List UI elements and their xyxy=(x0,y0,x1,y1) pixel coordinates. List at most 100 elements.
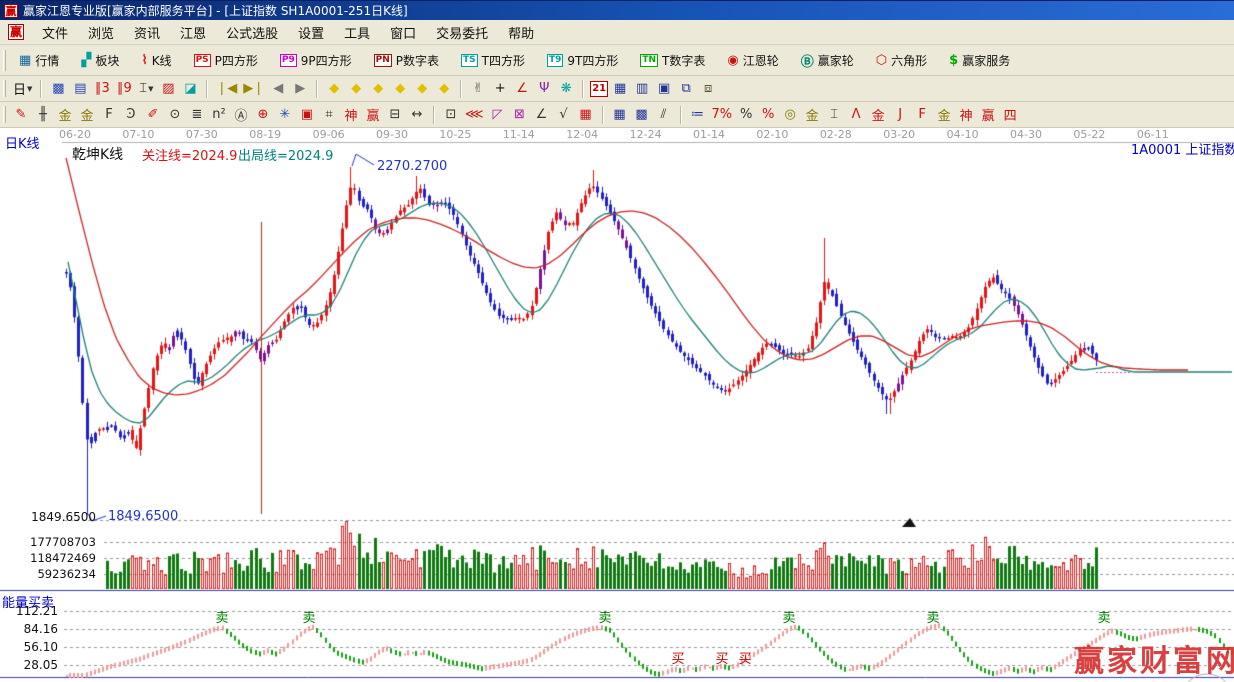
crosshair-button[interactable]: + xyxy=(490,79,510,99)
print-button[interactable]: ⧈ xyxy=(698,79,718,99)
next-button[interactable]: ▶ xyxy=(290,79,310,99)
9p-square-button[interactable]: P99P四方形 xyxy=(272,48,360,73)
angle-lines-button[interactable]: ∠ xyxy=(532,105,552,125)
box-cross-button[interactable]: ⊠ xyxy=(510,105,530,125)
diamond-shrink-x-button[interactable]: ◆ xyxy=(324,79,344,99)
winner-service-button[interactable]: $赢家服务 xyxy=(941,48,1018,73)
percent-button[interactable]: % xyxy=(736,105,756,125)
gold-angle-button[interactable]: 金 xyxy=(934,105,954,125)
gann-wheel-button-icon: ◉ xyxy=(727,53,738,68)
candle-style-button-dropdown-icon[interactable]: ▼ xyxy=(148,85,153,93)
menu-帮助[interactable]: 帮助 xyxy=(498,20,544,45)
color-volume-icon[interactable]: ◪ xyxy=(180,79,200,99)
seven-pct-button[interactable]: 7% xyxy=(710,105,735,125)
hand-tool-button[interactable]: ✌ xyxy=(468,79,488,99)
target-button[interactable]: ⊕ xyxy=(253,105,273,125)
t-square-button[interactable]: TST四方形 xyxy=(453,48,533,73)
gold-ratio-button[interactable]: 金 xyxy=(55,105,75,125)
win-angle-button[interactable]: 赢 xyxy=(978,105,998,125)
levels-button[interactable]: ≔ xyxy=(688,105,708,125)
angle-measure-button[interactable]: ∠ xyxy=(512,79,532,99)
period-day-button[interactable]: 日▼ xyxy=(11,79,34,99)
calendar-button[interactable]: 21 xyxy=(590,81,608,97)
diamond-grid-button[interactable]: ◆ xyxy=(434,79,454,99)
draw-pen-button[interactable]: ✎ xyxy=(11,105,31,125)
gann-grid-button[interactable]: ⌗ xyxy=(319,105,339,125)
shen-angle-button[interactable]: 神 xyxy=(956,105,976,125)
menu-资讯[interactable]: 资讯 xyxy=(124,20,170,45)
angle-a-button[interactable]: Ⓐ xyxy=(231,105,251,125)
time-circle-button[interactable]: ⊙ xyxy=(165,105,185,125)
toolbar-separator xyxy=(582,80,584,98)
period-day-button-dropdown-icon[interactable]: ▼ xyxy=(27,85,32,93)
menu-公式选股[interactable]: 公式选股 xyxy=(216,20,288,45)
candle-pen-button[interactable]: ⌶ xyxy=(824,105,844,125)
t-table-button[interactable]: TNT数字表 xyxy=(632,48,713,73)
prev-button[interactable]: ◀ xyxy=(268,79,288,99)
quote-button[interactable]: ▦行情 xyxy=(11,48,67,73)
grid-red-button[interactable]: ▦ xyxy=(576,105,596,125)
calculator-button[interactable]: ▦ xyxy=(610,79,630,99)
width-arrows-button[interactable]: ↔ xyxy=(407,105,427,125)
nine-bars-icon[interactable]: ∥9 xyxy=(114,79,134,99)
kline-button[interactable]: ⌇K线 xyxy=(133,48,179,73)
menu-窗口[interactable]: 窗口 xyxy=(380,20,426,45)
j-angle-button[interactable]: J xyxy=(890,105,910,125)
diag-lines-button[interactable]: ⫽ xyxy=(654,105,674,125)
shen-tool-button[interactable]: 神 xyxy=(341,105,361,125)
diamond-expand-x-button[interactable]: ◆ xyxy=(346,79,366,99)
percent-line-button[interactable]: % xyxy=(758,105,778,125)
wave-a-button[interactable]: Λ xyxy=(846,105,866,125)
diamond-expand-all-button[interactable]: ◆ xyxy=(368,79,388,99)
select-region-icon[interactable]: ▨ xyxy=(158,79,178,99)
save-button[interactable]: ▣ xyxy=(654,79,674,99)
draw-pen2-button[interactable]: ✐ xyxy=(143,105,163,125)
first-page-button[interactable]: ❘◀ xyxy=(214,79,239,99)
menu-交易委托[interactable]: 交易委托 xyxy=(426,20,498,45)
winner-wheel-button[interactable]: Ⓑ赢家轮 xyxy=(793,47,862,74)
fan-box-button[interactable]: ◸ xyxy=(488,105,508,125)
p-square-button[interactable]: PSP四方形 xyxy=(186,48,266,73)
grid-dark-button[interactable]: ▩ xyxy=(632,105,652,125)
net-grid-icon[interactable]: ▩ xyxy=(48,79,68,99)
gold-line-button[interactable]: 金 xyxy=(802,105,822,125)
grid-lines-button[interactable]: ≣ xyxy=(187,105,207,125)
wave-check-button[interactable]: √ xyxy=(554,105,574,125)
9t-square-button[interactable]: T99T四方形 xyxy=(539,48,626,73)
last-page-button[interactable]: ▶❘ xyxy=(241,79,266,99)
menu-浏览[interactable]: 浏览 xyxy=(78,20,124,45)
gold-box-button[interactable]: 金 xyxy=(868,105,888,125)
link-button[interactable]: ⧉ xyxy=(676,79,696,99)
n-square-button[interactable]: n² xyxy=(209,105,229,125)
sector-button[interactable]: ▞板块 xyxy=(73,48,127,73)
box-select-button[interactable]: ⊡ xyxy=(441,105,461,125)
menu-设置[interactable]: 设置 xyxy=(288,20,334,45)
gold-circle-button[interactable]: ◎ xyxy=(780,105,800,125)
gold-ratio2-button[interactable]: 金 xyxy=(77,105,97,125)
purple-tool-button[interactable]: Ψ xyxy=(534,79,554,99)
star-blue-button[interactable]: ✳ xyxy=(275,105,295,125)
p-table-button[interactable]: PNP数字表 xyxy=(366,48,447,73)
candle-style-button[interactable]: ⌶▼ xyxy=(136,79,156,99)
three-bars-icon[interactable]: ∥3 xyxy=(92,79,112,99)
fan-red-button[interactable]: ⋘ xyxy=(463,105,486,125)
menu-江恩[interactable]: 江恩 xyxy=(170,20,216,45)
diamond-compress-button[interactable]: ◆ xyxy=(390,79,410,99)
cycle-tool-button[interactable]: ❋ xyxy=(556,79,576,99)
win-tool-button[interactable]: 赢 xyxy=(363,105,383,125)
self-info-icon[interactable]: ▤ xyxy=(70,79,90,99)
ruler-button[interactable]: ⊟ xyxy=(385,105,405,125)
hatch-lines-button[interactable]: ╫ xyxy=(33,105,53,125)
boxed-star-button[interactable]: ▣ xyxy=(297,105,317,125)
spiral-button[interactable]: Ͽ xyxy=(121,105,141,125)
notepad-button[interactable]: ▥ xyxy=(632,79,652,99)
gann-wheel-button[interactable]: ◉江恩轮 xyxy=(719,48,786,73)
hexagon-button[interactable]: ⬡六角形 xyxy=(868,48,935,73)
f-angle-button[interactable]: F xyxy=(912,105,932,125)
four-angle-button[interactable]: 四 xyxy=(1000,105,1020,125)
fibo-f-button[interactable]: F xyxy=(99,105,119,125)
menu-文件[interactable]: 文件 xyxy=(32,20,78,45)
grid-blue-button[interactable]: ▦ xyxy=(610,105,630,125)
menu-工具[interactable]: 工具 xyxy=(334,20,380,45)
diamond-star-button[interactable]: ◆ xyxy=(412,79,432,99)
